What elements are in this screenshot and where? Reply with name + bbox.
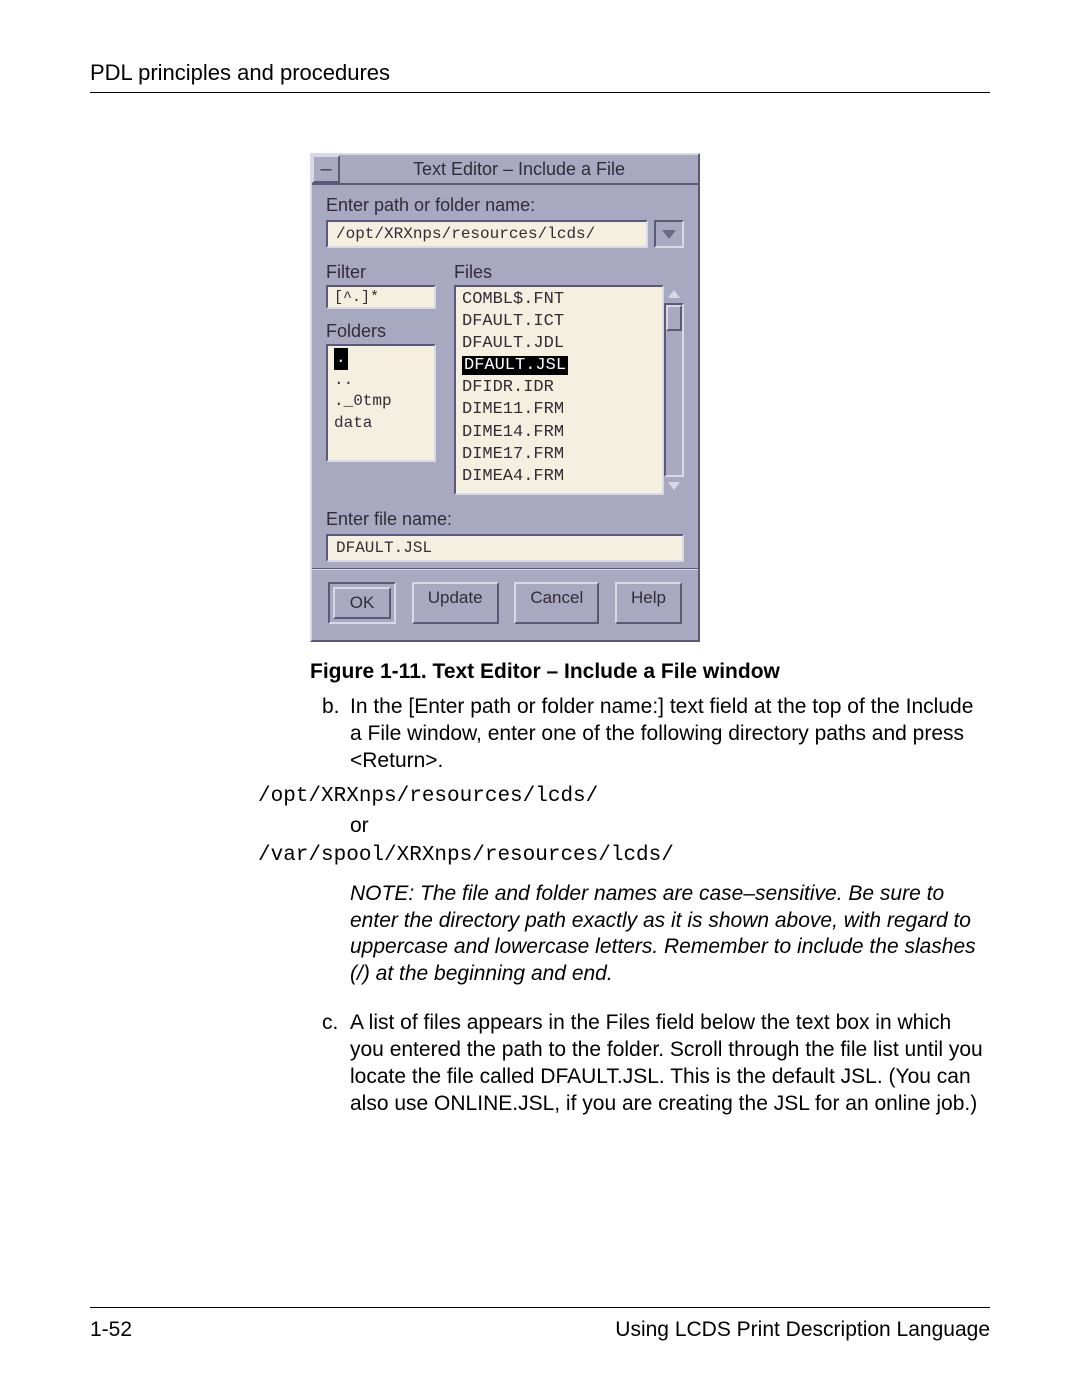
title-bar: – Text Editor – Include a File bbox=[312, 155, 698, 185]
page-number: 1-52 bbox=[90, 1318, 132, 1342]
file-item[interactable]: DFAULT.JDL bbox=[462, 333, 656, 355]
button-row: OK Update Cancel Help bbox=[326, 582, 684, 628]
filter-input[interactable]: [^.]* bbox=[326, 285, 436, 309]
step-b-text: In the [Enter path or folder name:] text… bbox=[350, 695, 973, 772]
note-text: NOTE: The file and folder names are case… bbox=[350, 881, 990, 989]
file-item[interactable]: DIME11.FRM bbox=[462, 399, 656, 421]
path-input[interactable]: /opt/XRXnps/resources/lcds/ bbox=[326, 220, 648, 248]
folders-list[interactable]: . .. ._0tmp data bbox=[326, 344, 436, 462]
cancel-button[interactable]: Cancel bbox=[514, 582, 599, 624]
files-label: Files bbox=[454, 262, 684, 283]
filter-label: Filter bbox=[326, 262, 436, 283]
file-item[interactable]: DFAULT.ICT bbox=[462, 311, 656, 333]
folder-item[interactable]: ._0tmp bbox=[334, 392, 392, 410]
step-c: c.A list of files appears in the Files f… bbox=[350, 1010, 990, 1118]
step-c-text: A list of files appears in the Files fie… bbox=[350, 1011, 983, 1115]
dialog-title: Text Editor – Include a File bbox=[340, 156, 698, 183]
filename-prompt: Enter file name: bbox=[326, 509, 684, 530]
scroll-up-icon[interactable] bbox=[664, 285, 684, 303]
figure-caption: Figure 1-11. Text Editor – Include a Fil… bbox=[310, 660, 990, 684]
folders-label: Folders bbox=[326, 321, 436, 342]
window-menu-icon[interactable]: – bbox=[312, 155, 340, 183]
page-footer: 1-52 Using LCDS Print Description Langua… bbox=[90, 1307, 990, 1342]
file-item[interactable]: DIMEA4.FRM bbox=[462, 466, 656, 488]
path-option-1: /opt/XRXnps/resources/lcds/ bbox=[258, 785, 990, 808]
update-button[interactable]: Update bbox=[412, 582, 499, 624]
scroll-thumb[interactable] bbox=[666, 305, 682, 331]
separator bbox=[312, 568, 698, 570]
file-item[interactable]: DFAULT.JSL bbox=[462, 356, 568, 375]
path-dropdown-button[interactable] bbox=[654, 220, 684, 248]
files-scrollbar[interactable] bbox=[664, 285, 684, 495]
scroll-track[interactable] bbox=[664, 303, 684, 477]
scroll-down-icon[interactable] bbox=[664, 477, 684, 495]
include-file-dialog: – Text Editor – Include a File Enter pat… bbox=[310, 153, 700, 642]
step-b: b.In the [Enter path or folder name:] te… bbox=[350, 694, 990, 775]
file-item[interactable]: DFIDR.IDR bbox=[462, 377, 656, 399]
file-item[interactable]: DIME17.FRM bbox=[462, 444, 656, 466]
files-list[interactable]: COMBL$.FNT DFAULT.ICT DFAULT.JDL DFAULT.… bbox=[454, 285, 664, 495]
file-item[interactable]: COMBL$.FNT bbox=[462, 289, 656, 311]
folder-item[interactable]: . bbox=[334, 348, 348, 370]
filename-input[interactable]: DFAULT.JSL bbox=[326, 534, 684, 562]
default-button-frame: OK bbox=[328, 582, 396, 624]
help-button[interactable]: Help bbox=[615, 582, 682, 624]
ok-button[interactable]: OK bbox=[333, 587, 391, 619]
doc-title: Using LCDS Print Description Language bbox=[615, 1318, 990, 1342]
folder-item[interactable]: .. bbox=[334, 371, 353, 389]
page-header: PDL principles and procedures bbox=[90, 60, 990, 93]
section-title: PDL principles and procedures bbox=[90, 60, 390, 85]
folder-item[interactable]: data bbox=[334, 414, 372, 432]
path-prompt: Enter path or folder name: bbox=[326, 195, 684, 216]
or-text: or bbox=[350, 814, 990, 838]
chevron-down-icon bbox=[662, 230, 676, 239]
dialog-figure: – Text Editor – Include a File Enter pat… bbox=[310, 153, 990, 642]
file-item[interactable]: DIME14.FRM bbox=[462, 422, 656, 444]
path-option-2: /var/spool/XRXnps/resources/lcds/ bbox=[258, 844, 990, 867]
